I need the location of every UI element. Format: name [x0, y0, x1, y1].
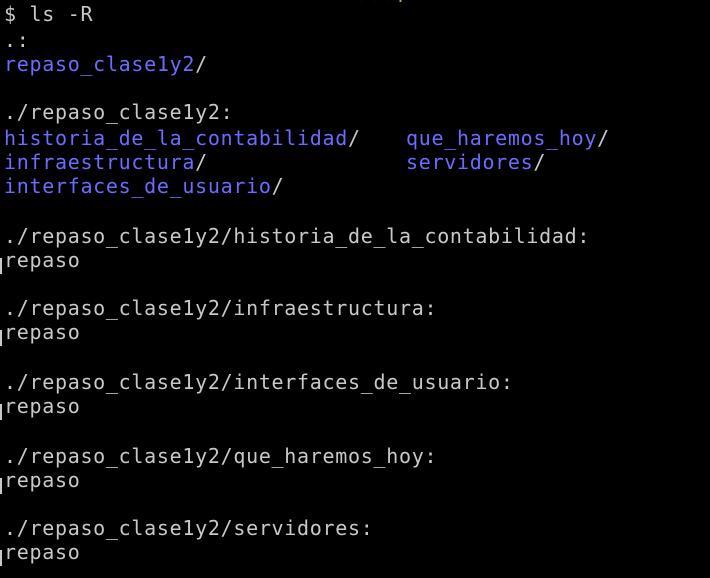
dir-slash: / — [195, 150, 208, 174]
section-content: repaso — [4, 540, 81, 564]
root-header: .: — [4, 28, 30, 52]
dir-entry: historia_de_la_contabilidad — [4, 126, 349, 150]
listing-row: historia_de_la_contabilidad/ — [4, 126, 361, 150]
section-content: repaso — [4, 468, 81, 492]
dir-slash: / — [597, 126, 610, 150]
section-header: ./repaso_clase1y2/que_haremos_hoy: — [4, 444, 438, 468]
listing-row: infraestructura/ — [4, 150, 208, 174]
listing-row-col2: servidores/ — [406, 150, 546, 174]
root-entry: repaso_clase1y2/ — [4, 52, 208, 76]
cursor-bar — [0, 330, 2, 346]
dir-slash: / — [348, 126, 361, 150]
listing-row: interfaces_de_usuario/ — [4, 174, 284, 198]
section-content: repaso — [4, 394, 81, 418]
listing-row-col2: que_haremos_hoy/ — [406, 126, 610, 150]
dir-entry-repaso: repaso_clase1y2 — [4, 52, 196, 76]
clipped-top-text: , ...), — [330, 0, 530, 2]
dir-entry: servidores — [406, 150, 534, 174]
dir-entry: interfaces_de_usuario — [4, 174, 272, 198]
section-content: repaso — [4, 320, 81, 344]
section-header: ./repaso_clase1y2/historia_de_la_contabi… — [4, 224, 591, 248]
top-fragment: , ...), — [330, 0, 419, 2]
dir-entry: que_haremos_hoy — [406, 126, 598, 150]
section-content: repaso — [4, 248, 81, 272]
dir-slash: / — [195, 52, 208, 76]
terminal-window[interactable]: , ...), $ ls -R .: repaso_clase1y2/ ./re… — [0, 0, 710, 578]
section-header: ./repaso_clase1y2/infraestructura: — [4, 296, 438, 320]
command-prompt: $ ls -R — [4, 2, 94, 26]
dir-entry: infraestructura — [4, 150, 196, 174]
section-header: ./repaso_clase1y2/interfaces_de_usuario: — [4, 370, 514, 394]
sub-header: ./repaso_clase1y2: — [4, 100, 234, 124]
dir-slash: / — [533, 150, 547, 174]
cursor-bar — [0, 404, 2, 420]
cursor-bar — [0, 258, 2, 274]
section-content-header: ./repaso_clase1y2/servidores: — [4, 516, 374, 540]
cursor-bar — [0, 550, 2, 566]
dir-slash: / — [271, 174, 285, 198]
cursor-bar — [0, 478, 2, 494]
